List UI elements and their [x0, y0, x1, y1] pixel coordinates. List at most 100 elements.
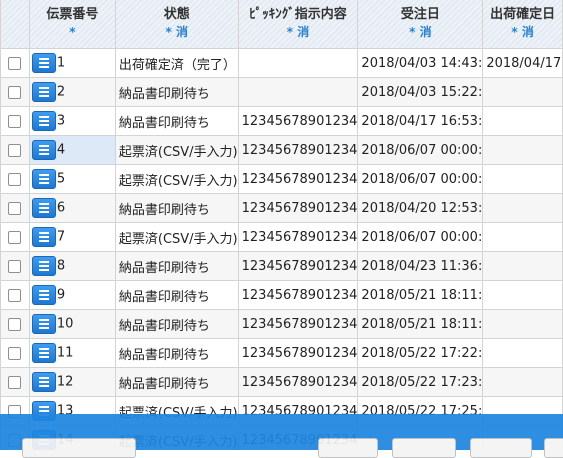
slip-no-cell[interactable]: 2	[28, 77, 116, 107]
ship-date-cell[interactable]	[482, 251, 563, 281]
status-cell[interactable]: 納品書印刷待ち	[114, 280, 239, 310]
status-cell[interactable]: 起票済(CSV/手入力)	[114, 135, 239, 165]
table-row[interactable]: 7 起票済(CSV/手入力) 12345678901234 2018/06/07 00…	[0, 222, 563, 252]
ship-date-cell[interactable]	[482, 135, 563, 165]
column-header-order-date[interactable]: 受注日 * 消	[357, 0, 484, 49]
status-cell[interactable]: 起票済(CSV/手入力)	[114, 164, 239, 194]
list-icon[interactable]	[31, 169, 56, 189]
slip-no-cell[interactable]: 12	[28, 367, 116, 397]
column-header-ship-date[interactable]: 出荷確定日 * 消	[482, 0, 563, 49]
order-date-cell[interactable]: 2018/05/21 18:11:	[357, 280, 484, 310]
table-row[interactable]: 6 納品書印刷待ち 12345678901234 2018/04/20 12:53:	[0, 193, 563, 223]
status-cell[interactable]: 納品書印刷待ち	[114, 338, 239, 368]
order-date-cell[interactable]: 2018/06/07 00:00:	[357, 222, 484, 252]
header-filter-marker[interactable]: * 消	[484, 25, 562, 40]
slip-no-cell[interactable]: 6	[28, 193, 116, 223]
row-checkbox[interactable]	[8, 143, 22, 157]
list-icon[interactable]	[31, 111, 56, 131]
ship-date-cell[interactable]	[482, 309, 563, 339]
row-checkbox[interactable]	[8, 230, 22, 244]
header-filter-marker[interactable]: * 消	[116, 25, 237, 40]
status-cell[interactable]: 納品書印刷待ち	[114, 251, 239, 281]
order-date-cell[interactable]: 2018/04/17 16:53:	[357, 106, 484, 136]
slip-no-cell[interactable]: 1	[28, 48, 116, 78]
order-date-cell[interactable]: 2018/05/22 17:22:	[357, 338, 484, 368]
picking-cell[interactable]: 12345678901234	[237, 309, 359, 339]
picking-cell[interactable]	[237, 77, 359, 107]
order-date-cell[interactable]: 2018/05/22 17:23:	[357, 367, 484, 397]
row-checkbox[interactable]	[8, 201, 22, 215]
picking-cell[interactable]: 12345678901234	[237, 367, 359, 397]
column-header-picking[interactable]: ﾋﾟｯｷﾝｸﾞ指示内容 * 消	[237, 0, 359, 49]
table-row[interactable]: 2 納品書印刷待ち 2018/04/03 15:22:	[0, 77, 563, 107]
picking-cell[interactable]: 12345678901234	[237, 338, 359, 368]
order-date-cell[interactable]: 2018/04/20 12:53:	[357, 193, 484, 223]
slip-no-cell[interactable]: 3	[28, 106, 116, 136]
row-checkbox[interactable]	[8, 85, 22, 99]
table-row[interactable]: 5 起票済(CSV/手入力) 12345678901234 2018/06/07 00…	[0, 164, 563, 194]
ship-date-cell[interactable]	[482, 280, 563, 310]
status-cell[interactable]: 納品書印刷待ち	[114, 309, 239, 339]
action-button[interactable]	[318, 438, 378, 458]
row-checkbox[interactable]	[8, 114, 22, 128]
list-icon[interactable]	[31, 314, 56, 334]
list-icon[interactable]	[31, 343, 56, 363]
order-date-cell[interactable]: 2018/06/07 00:00:	[357, 164, 484, 194]
table-row[interactable]: 8 納品書印刷待ち 12345678901234 2018/04/23 11:36:	[0, 251, 563, 281]
picking-cell[interactable]	[237, 48, 359, 78]
status-cell[interactable]: 納品書印刷待ち	[114, 367, 239, 397]
slip-no-cell[interactable]: 8	[28, 251, 116, 281]
picking-cell[interactable]: 12345678901234	[237, 193, 359, 223]
action-button[interactable]	[470, 438, 532, 458]
list-icon[interactable]	[31, 372, 56, 392]
status-cell[interactable]: 出荷確定済（完了）	[114, 48, 239, 78]
list-icon[interactable]	[31, 140, 56, 160]
row-checkbox[interactable]	[8, 56, 22, 70]
status-cell[interactable]: 起票済(CSV/手入力)	[114, 222, 239, 252]
list-icon[interactable]	[31, 53, 56, 73]
table-row[interactable]: 4 起票済(CSV/手入力) 12345678901234 2018/06/07 00…	[0, 135, 563, 165]
header-filter-marker[interactable]: * 消	[239, 25, 357, 40]
slip-no-cell[interactable]: 11	[28, 338, 116, 368]
ship-date-cell[interactable]	[482, 338, 563, 368]
row-checkbox[interactable]	[8, 317, 22, 331]
ship-date-cell[interactable]	[482, 367, 563, 397]
status-cell[interactable]: 納品書印刷待ち	[114, 106, 239, 136]
list-icon[interactable]	[31, 227, 56, 247]
list-icon[interactable]	[31, 256, 56, 276]
ship-date-cell[interactable]	[482, 77, 563, 107]
slip-no-cell[interactable]: 10	[28, 309, 116, 339]
status-cell[interactable]: 納品書印刷待ち	[114, 77, 239, 107]
table-row[interactable]: 11 納品書印刷待ち 12345678901234 2018/05/22 17:22:	[0, 338, 563, 368]
picking-cell[interactable]: 12345678901234	[237, 106, 359, 136]
table-row[interactable]: 3 納品書印刷待ち 12345678901234 2018/04/17 16:53:	[0, 106, 563, 136]
row-checkbox[interactable]	[8, 375, 22, 389]
ship-date-cell[interactable]: 2018/04/17	[482, 48, 563, 78]
row-checkbox[interactable]	[8, 288, 22, 302]
slip-no-cell[interactable]: 9	[28, 280, 116, 310]
picking-cell[interactable]: 12345678901234	[237, 280, 359, 310]
picking-cell[interactable]: 12345678901234	[237, 222, 359, 252]
order-date-cell[interactable]: 2018/04/03 14:43:	[357, 48, 484, 78]
header-filter-marker[interactable]: * 消	[359, 25, 482, 40]
list-icon[interactable]	[31, 285, 56, 305]
action-button[interactable]	[544, 438, 563, 458]
slip-no-cell[interactable]: 7	[28, 222, 116, 252]
picking-cell[interactable]: 12345678901234	[237, 251, 359, 281]
slip-no-cell[interactable]: 4	[28, 135, 116, 165]
order-date-cell[interactable]: 2018/06/07 00:00:	[357, 135, 484, 165]
row-checkbox[interactable]	[8, 259, 22, 273]
picking-cell[interactable]: 12345678901234	[237, 164, 359, 194]
table-row[interactable]: 10 納品書印刷待ち 12345678901234 2018/05/21 18:11:	[0, 309, 563, 339]
ship-date-cell[interactable]	[482, 222, 563, 252]
column-header-status[interactable]: 状態 * 消	[114, 0, 239, 49]
column-header-slip-no[interactable]: 伝票番号 *	[28, 0, 116, 49]
action-button[interactable]	[22, 438, 136, 458]
row-checkbox[interactable]	[8, 172, 22, 186]
action-button[interactable]	[392, 438, 456, 458]
order-date-cell[interactable]: 2018/05/21 18:11:	[357, 309, 484, 339]
row-checkbox[interactable]	[8, 346, 22, 360]
ship-date-cell[interactable]	[482, 164, 563, 194]
ship-date-cell[interactable]	[482, 106, 563, 136]
ship-date-cell[interactable]	[482, 193, 563, 223]
